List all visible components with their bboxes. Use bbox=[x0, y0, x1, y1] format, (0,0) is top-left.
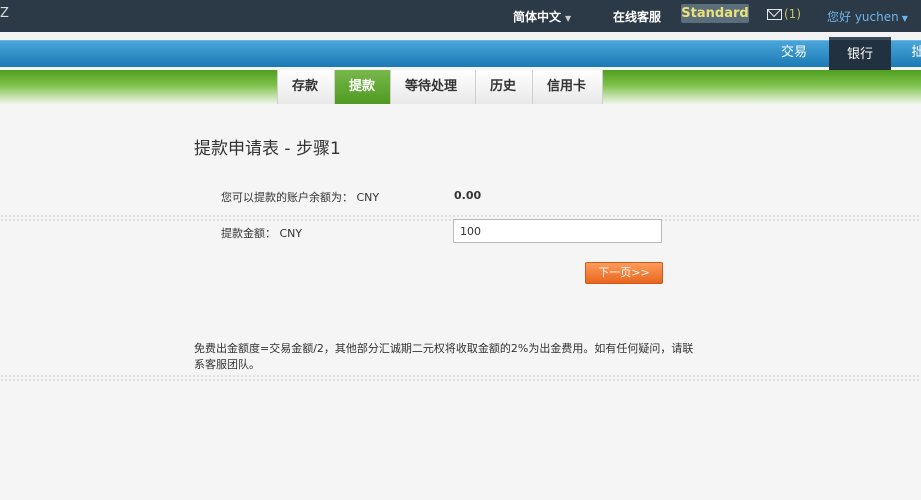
envelope-icon bbox=[767, 9, 782, 20]
tab-partial[interactable]: 拙 bbox=[908, 41, 921, 67]
subnav-deposit[interactable]: 存款 bbox=[278, 70, 335, 104]
amount-label: 提款金额： CNY bbox=[221, 227, 303, 240]
main-nav-bar: 交易 银行 拙 bbox=[0, 37, 921, 70]
subnav-credit-card[interactable]: 信用卡 bbox=[533, 70, 603, 104]
account-type-badge: Standard bbox=[681, 4, 749, 23]
user-menu[interactable]: 您好 yuchen ▼ bbox=[827, 8, 908, 25]
corner-glyph: Z bbox=[0, 6, 9, 21]
sub-nav: 存款 提款 等待处理 历史 信用卡 bbox=[277, 70, 603, 104]
tab-bank[interactable]: 银行 bbox=[829, 37, 891, 70]
page-title: 提款申请表 - 步骤1 bbox=[194, 139, 341, 159]
content-area bbox=[0, 104, 921, 500]
subnav-history[interactable]: 历史 bbox=[476, 70, 533, 104]
balance-value: 0.00 bbox=[454, 189, 482, 202]
top-bar: Z 简体中文 ▼ 在线客服 Standard (1) 您好 yuchen ▼ bbox=[0, 0, 921, 32]
language-selector[interactable]: 简体中文 ▼ bbox=[513, 8, 571, 25]
online-support-link[interactable]: 在线客服 bbox=[613, 8, 661, 25]
messages-link[interactable]: (1) bbox=[767, 7, 801, 21]
balance-label: 您可以提款的账户余额为： CNY bbox=[221, 191, 380, 204]
user-greeting: 您好 yuchen bbox=[827, 10, 899, 24]
dotted-divider bbox=[0, 374, 921, 382]
tab-trade[interactable]: 交易 bbox=[770, 41, 818, 67]
fee-notice: 免费出金额度=交易金额/2，其他部分汇诚期二元权将收取金额的2%为出金费用。如有… bbox=[194, 342, 694, 371]
next-page-button[interactable]: 下一页>> bbox=[585, 262, 663, 284]
language-label: 简体中文 bbox=[513, 10, 562, 24]
caret-down-icon: ▼ bbox=[901, 14, 908, 23]
subnav-pending[interactable]: 等待处理 bbox=[391, 70, 476, 104]
caret-down-icon: ▼ bbox=[565, 14, 572, 23]
amount-input[interactable] bbox=[453, 219, 662, 243]
subnav-withdraw[interactable]: 提款 bbox=[335, 70, 391, 104]
message-count: (1) bbox=[784, 7, 801, 21]
